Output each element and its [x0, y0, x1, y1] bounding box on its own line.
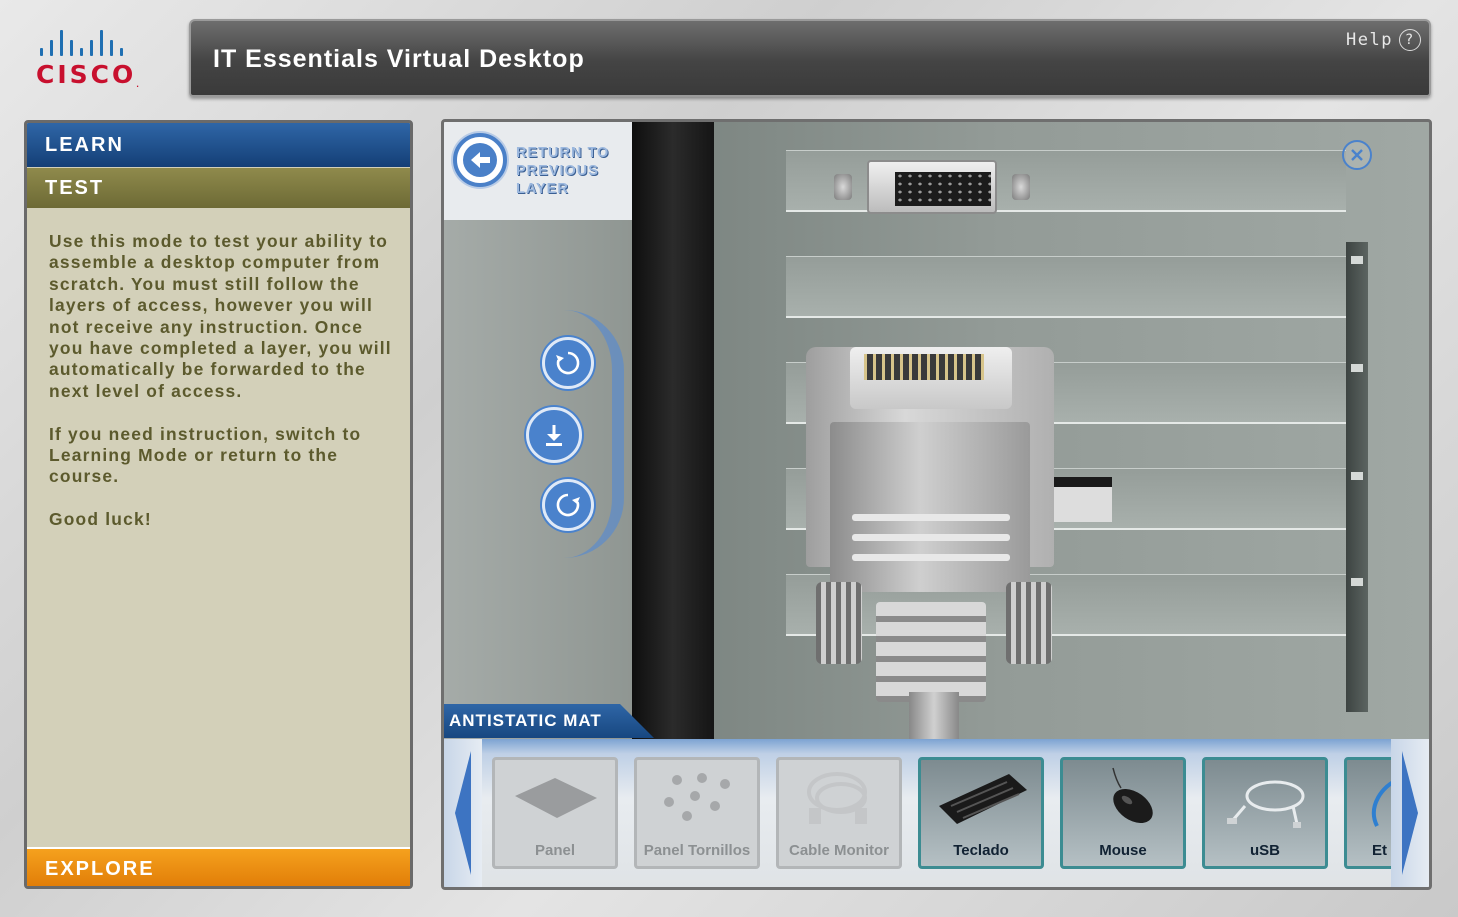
app-title: IT Essentials Virtual Desktop — [213, 45, 585, 73]
rail-tab — [1351, 364, 1363, 372]
tray-item-label: Panel Tornillos — [643, 842, 751, 859]
thumbscrew-icon — [816, 582, 862, 664]
tray-item-panel-tornillos[interactable]: Panel Tornillos — [634, 757, 760, 869]
tray-scroll-right-button[interactable] — [1391, 739, 1429, 887]
rotate-left-button[interactable] — [542, 337, 594, 389]
virtual-desktop-viewport: RETURN TO PREVIOUS LAYER ANTISTATIC MAT … — [441, 119, 1432, 890]
cisco-logo: CISCO. — [36, 30, 156, 90]
dvi-port-pins — [895, 172, 991, 206]
instructions-text: Use this mode to test your ability to as… — [49, 231, 394, 552]
help-label: Help — [1346, 30, 1393, 50]
instructions-paragraph: Good luck! — [49, 509, 152, 530]
back-arrow-icon — [453, 133, 507, 187]
3d-scene[interactable]: RETURN TO PREVIOUS LAYER ANTISTATIC MAT — [444, 122, 1429, 739]
keyboard-icon — [939, 774, 1027, 824]
connector-grip — [852, 514, 1010, 521]
tray-item-panel[interactable]: Panel — [492, 757, 618, 869]
cisco-bars-icon — [40, 30, 156, 56]
panel-icon — [515, 778, 597, 818]
tab-explore[interactable]: EXPLORE — [27, 849, 410, 886]
tray-items: Panel Panel Tornillos Cable Monitor Tecl… — [492, 757, 1392, 872]
component-tray: Panel Panel Tornillos Cable Monitor Tecl… — [444, 739, 1429, 887]
close-button[interactable] — [1342, 140, 1372, 170]
tray-item-cable-monitor[interactable]: Cable Monitor — [776, 757, 902, 869]
help-button[interactable]: Help ? — [1346, 29, 1421, 51]
thumbscrew-icon — [1006, 582, 1052, 664]
tray-item-usb[interactable]: uSB — [1202, 757, 1328, 869]
dvi-connector-shell — [830, 422, 1030, 592]
rail-tab — [1351, 256, 1363, 264]
tray-scroll-left-button[interactable] — [444, 739, 482, 887]
cisco-wordmark: CISCO. — [36, 60, 142, 89]
tray-item-teclado[interactable]: Teclado — [918, 757, 1044, 869]
question-circle-icon: ? — [1399, 29, 1421, 51]
arrow-right-icon — [1402, 751, 1418, 875]
tab-learn[interactable]: LEARN — [27, 123, 410, 167]
rotate-left-icon — [556, 351, 580, 375]
close-icon — [1351, 149, 1363, 161]
monitor-cable — [909, 692, 959, 739]
strain-relief — [876, 602, 986, 702]
tray-item-label: Teclado — [953, 842, 1009, 859]
return-label-line2: PREVIOUS LAYER — [516, 163, 599, 197]
screw-icon — [1012, 174, 1030, 200]
return-label-line1: RETURN TO — [516, 145, 610, 161]
rotate-right-button[interactable] — [542, 479, 594, 531]
download-icon — [546, 425, 562, 446]
mouse-icon — [1112, 767, 1153, 824]
tray-item-label: Cable Monitor — [789, 842, 889, 859]
tray-item-label: Mouse — [1099, 842, 1147, 859]
drop-button[interactable] — [526, 407, 582, 463]
header-bar: IT Essentials Virtual Desktop Help ? — [189, 19, 1431, 97]
card-clip — [1050, 477, 1112, 522]
rotate-right-icon — [556, 493, 580, 517]
screw-icon — [834, 174, 852, 200]
mode-panel: LEARN TEST Use this mode to test your ab… — [24, 120, 413, 889]
tray-item-label: Panel — [534, 842, 576, 859]
cable-icon — [807, 772, 867, 824]
usb-cable-icon — [1227, 780, 1305, 828]
screws-icon — [664, 773, 730, 821]
instructions-paragraph: Use this mode to test your ability to as… — [49, 231, 392, 401]
tray-item-mouse[interactable]: Mouse — [1060, 757, 1186, 869]
ethernet-cable-icon — [1371, 780, 1392, 827]
arrow-left-icon — [455, 751, 471, 875]
rail-tab — [1351, 472, 1363, 480]
location-label: ANTISTATIC MAT — [444, 704, 654, 738]
tray-item-label: uSB — [1250, 842, 1280, 859]
tray-item-ethernet[interactable]: Et — [1344, 757, 1392, 869]
return-to-previous-layer-button[interactable]: RETURN TO PREVIOUS LAYER — [444, 122, 632, 220]
rail-tab — [1351, 578, 1363, 586]
dvi-port[interactable] — [867, 160, 997, 214]
return-label: RETURN TO PREVIOUS LAYER — [516, 144, 632, 198]
connector-grip — [852, 534, 1010, 541]
instructions-paragraph: If you need instruction, switch to Learn… — [49, 423, 362, 487]
tab-test[interactable]: TEST — [27, 168, 410, 208]
dvi-connector-pins — [864, 354, 984, 380]
connector-grip — [852, 554, 1010, 561]
case-edge — [632, 122, 714, 739]
expansion-slot — [786, 256, 1346, 318]
tray-item-label: Et — [1372, 842, 1387, 859]
